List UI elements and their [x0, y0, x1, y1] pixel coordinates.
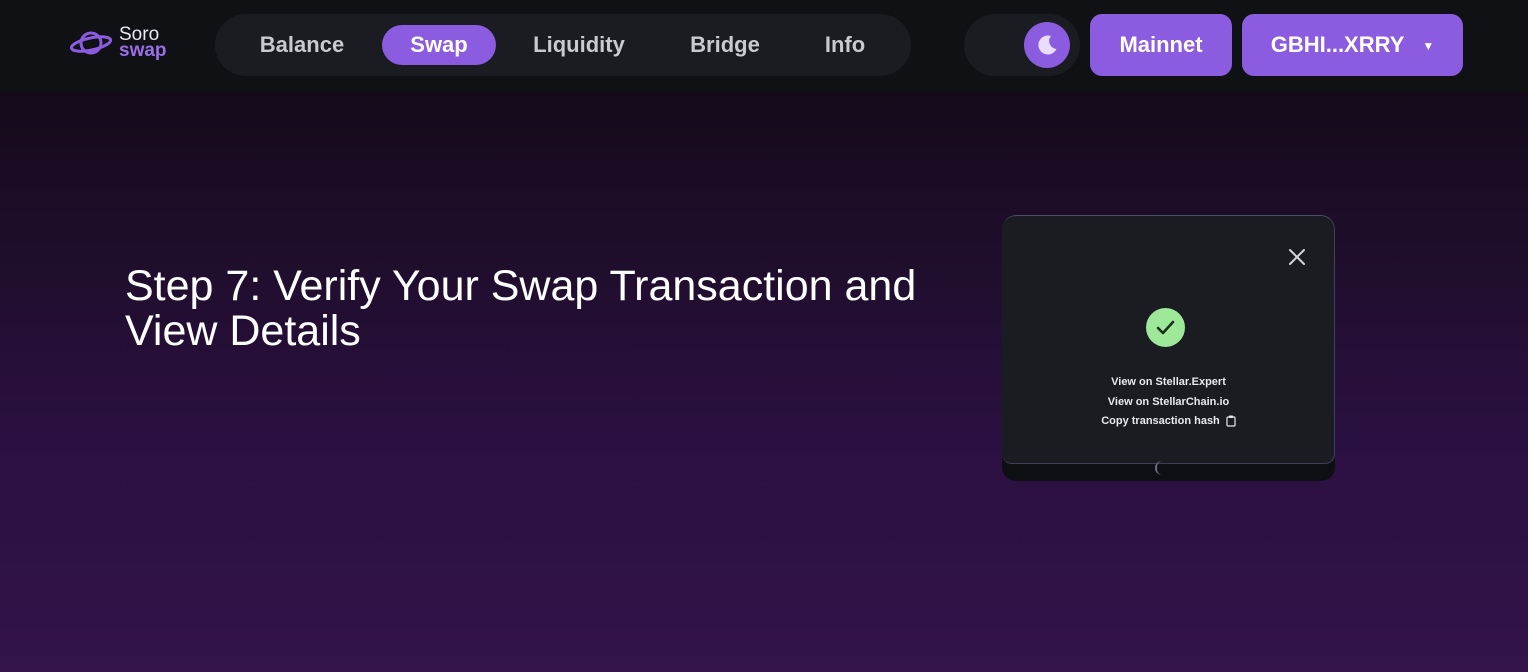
logo-text-swap: swap — [119, 40, 167, 61]
wallet-address: GBHI...XRRY — [1270, 32, 1405, 57]
theme-toggle-button[interactable] — [1024, 22, 1070, 68]
caret-down-icon: ▼ — [1422, 39, 1435, 54]
nav-bridge[interactable]: Bridge — [667, 25, 783, 65]
view-on-stellarchain-link[interactable]: View on StellarChain.io — [1002, 396, 1335, 408]
theme-switch — [964, 14, 1080, 76]
view-on-stellar-expert-link[interactable]: View on Stellar.Expert — [1002, 376, 1335, 388]
copy-transaction-hash-label: Copy transaction hash — [1101, 415, 1220, 427]
transaction-success-screenshot: View on Stellar.Expert View on StellarCh… — [1002, 215, 1335, 481]
check-icon — [1146, 308, 1185, 347]
moon-icon — [1038, 35, 1057, 55]
network-label: Mainnet — [1119, 32, 1203, 57]
nav-balance[interactable]: Balance — [235, 25, 369, 65]
nav-liquidity[interactable]: Liquidity — [515, 25, 643, 65]
planet-icon — [70, 31, 113, 55]
wallet-button[interactable]: GBHI...XRRY ▼ — [1242, 14, 1463, 76]
main-nav: Balance Swap Liquidity Bridge Info — [215, 14, 911, 76]
nav-swap[interactable]: Swap — [382, 25, 496, 65]
soroswap-logo[interactable]: Soro swap — [70, 25, 180, 65]
close-icon[interactable] — [1287, 247, 1307, 267]
loading-indicator — [1155, 461, 1169, 475]
clipboard-icon — [1226, 415, 1236, 427]
network-button[interactable]: Mainnet — [1090, 14, 1232, 76]
success-modal: View on Stellar.Expert View on StellarCh… — [1002, 215, 1335, 464]
step-heading: Step 7: Verify Your Swap Transaction and… — [125, 262, 917, 355]
nav-info[interactable]: Info — [805, 25, 885, 65]
top-navigation-bar: Soro swap Balance Swap Liquidity Bridge … — [0, 0, 1528, 93]
copy-transaction-hash-link[interactable]: Copy transaction hash — [1002, 415, 1335, 427]
